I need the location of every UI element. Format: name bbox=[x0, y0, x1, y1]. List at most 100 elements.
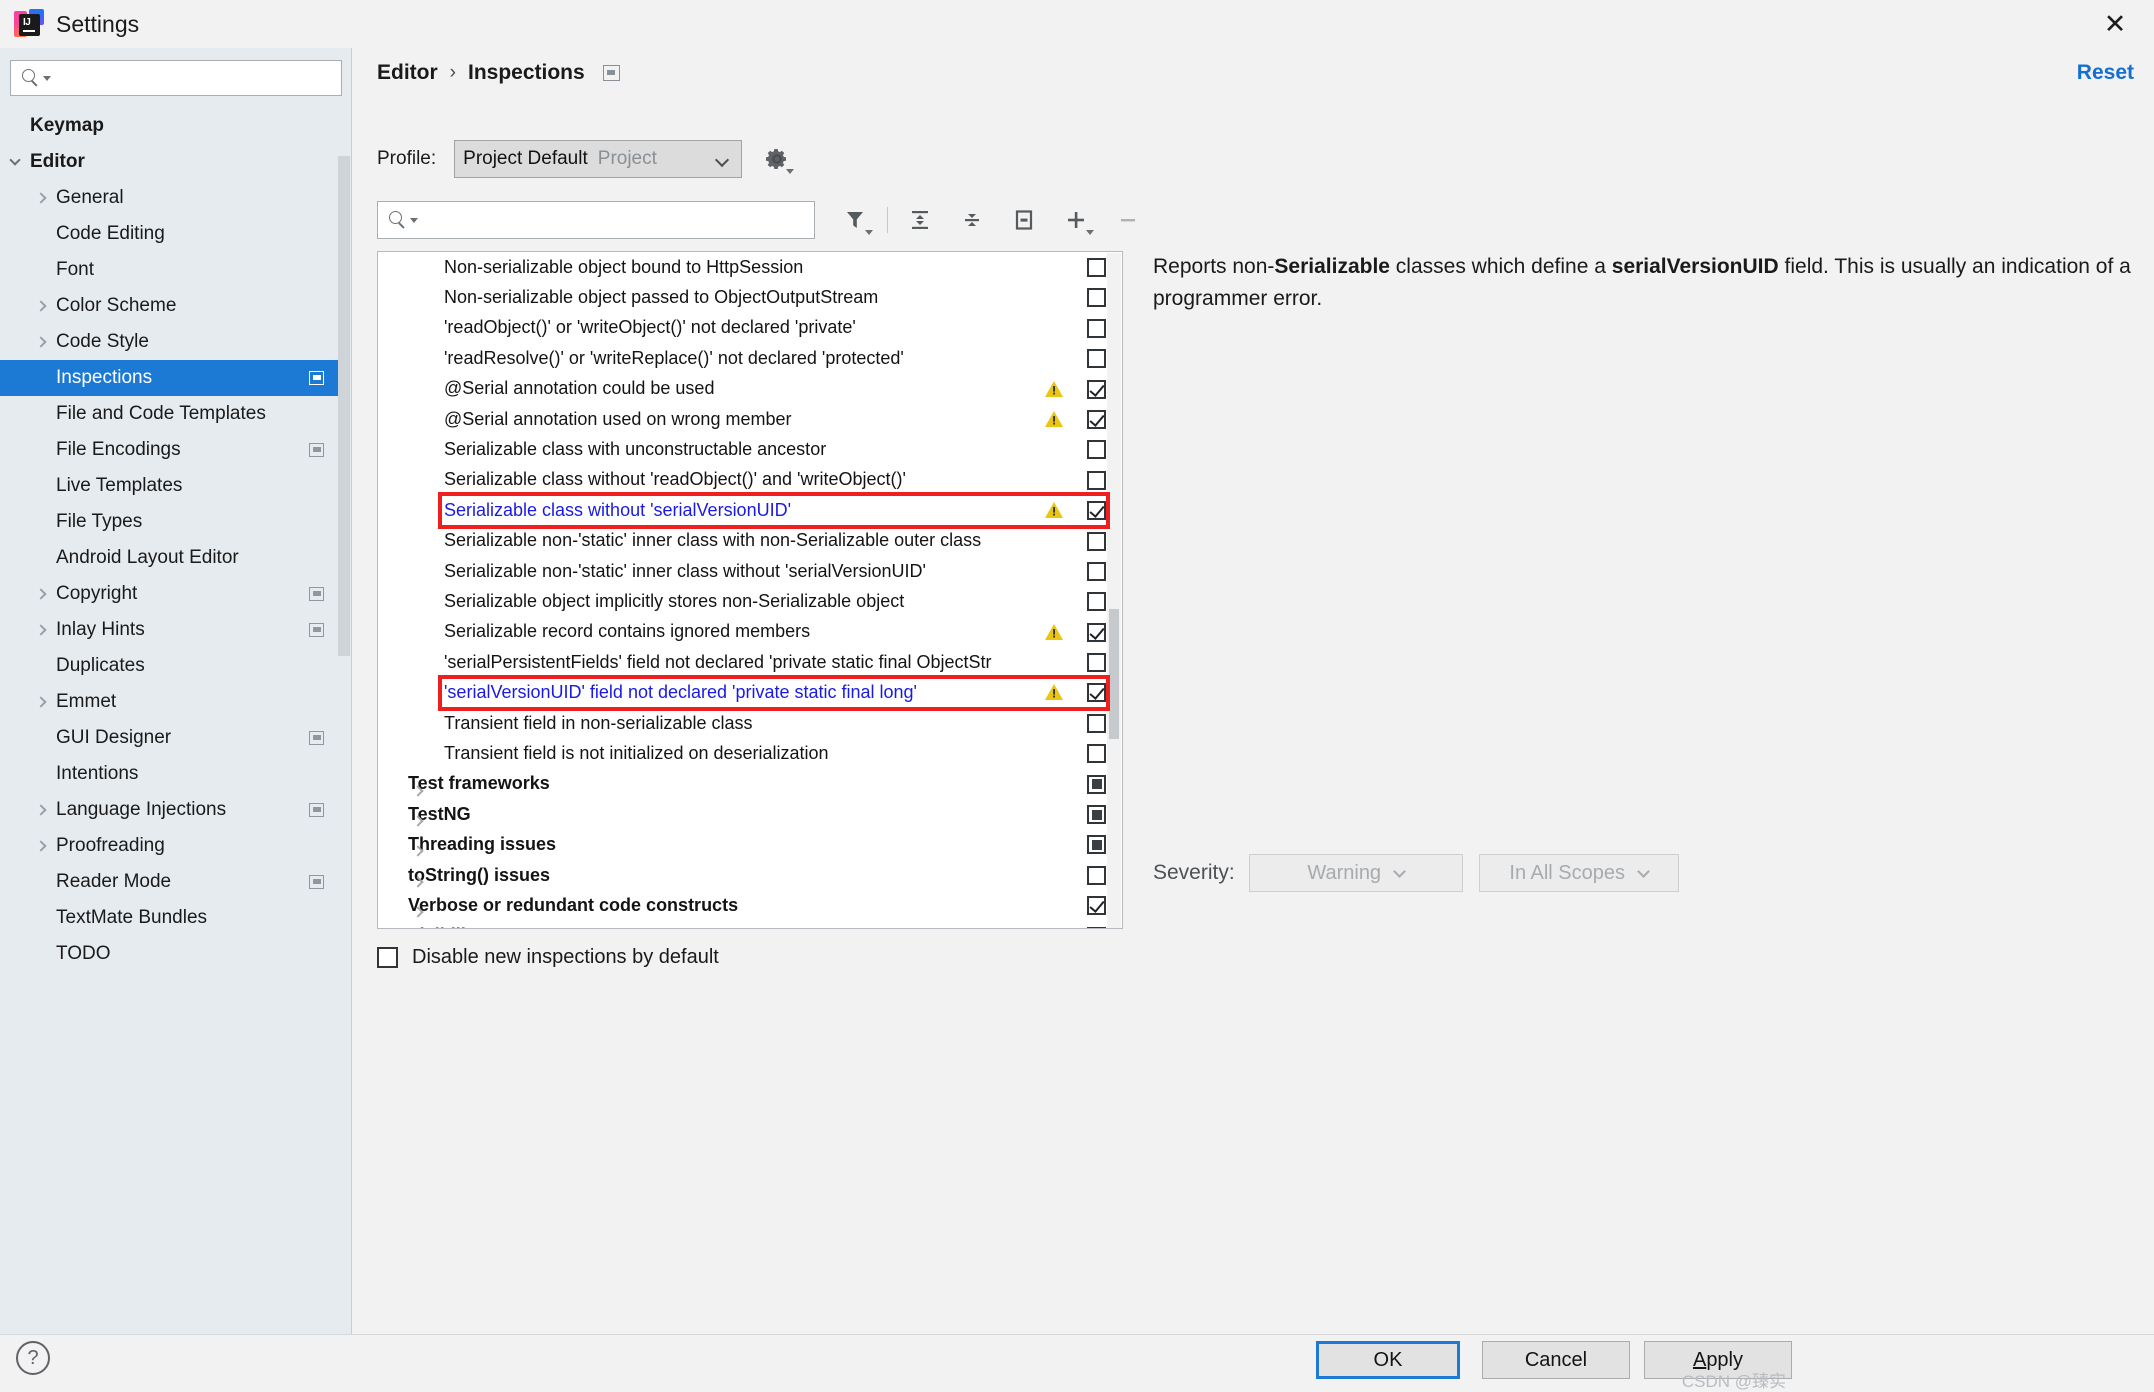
sidebar-item-live-templates[interactable]: Live Templates bbox=[0, 468, 350, 504]
inspection-row[interactable]: 'serialPersistentFields' field not decla… bbox=[378, 647, 1122, 677]
chevron-right-icon[interactable] bbox=[26, 626, 56, 634]
chevron-right-icon[interactable] bbox=[26, 590, 56, 598]
inspection-row[interactable]: 'readObject()' or 'writeObject()' not de… bbox=[378, 313, 1122, 343]
sidebar-item-emmet[interactable]: Emmet bbox=[0, 684, 350, 720]
inspection-checkbox[interactable] bbox=[1087, 866, 1106, 885]
sidebar-item-language-injections[interactable]: Language Injections bbox=[0, 792, 350, 828]
inspection-checkbox[interactable] bbox=[1087, 258, 1106, 277]
chevron-right-icon[interactable] bbox=[414, 900, 422, 921]
chevron-right-icon[interactable] bbox=[26, 806, 56, 814]
sidebar-item-code-style[interactable]: Code Style bbox=[0, 324, 350, 360]
sidebar-item-duplicates[interactable]: Duplicates bbox=[0, 648, 350, 684]
sidebar-item-copyright[interactable]: Copyright bbox=[0, 576, 350, 612]
inspection-checkbox[interactable] bbox=[1087, 805, 1106, 824]
inspection-checkbox[interactable] bbox=[1087, 288, 1106, 307]
inspection-row[interactable]: Serializable non-'static' inner class wi… bbox=[378, 526, 1122, 556]
inspection-checkbox[interactable] bbox=[1087, 653, 1106, 672]
sidebar-item-todo[interactable]: TODO bbox=[0, 936, 350, 972]
sidebar-item-textmate-bundles[interactable]: TextMate Bundles bbox=[0, 900, 350, 936]
sidebar-item-proofreading[interactable]: Proofreading bbox=[0, 828, 350, 864]
inspection-row[interactable]: Serializable class with unconstructable … bbox=[378, 434, 1122, 464]
severity-scope-select[interactable]: In All Scopes bbox=[1479, 854, 1679, 892]
scrollbar-thumb[interactable] bbox=[1109, 609, 1119, 739]
collapse-all-icon[interactable] bbox=[946, 200, 998, 240]
sidebar-item-gui-designer[interactable]: GUI Designer bbox=[0, 720, 350, 756]
inspection-checkbox[interactable] bbox=[1087, 380, 1106, 399]
chevron-right-icon[interactable] bbox=[26, 698, 56, 706]
inspection-checkbox[interactable] bbox=[1087, 683, 1106, 702]
inspection-checkbox[interactable] bbox=[1087, 562, 1106, 581]
disable-new-inspections-checkbox[interactable] bbox=[377, 947, 398, 968]
sidebar-item-keymap[interactable]: Keymap bbox=[0, 108, 350, 144]
breadcrumb-root[interactable]: Editor bbox=[377, 61, 438, 85]
inspection-checkbox[interactable] bbox=[1087, 896, 1106, 915]
copy-settings-icon[interactable] bbox=[603, 65, 620, 81]
inspection-row[interactable]: @Serial annotation used on wrong member bbox=[378, 404, 1122, 434]
inspection-row[interactable]: Transient field in non-serializable clas… bbox=[378, 708, 1122, 738]
sidebar-item-file-types[interactable]: File Types bbox=[0, 504, 350, 540]
inspection-row[interactable]: Non-serializable object passed to Object… bbox=[378, 282, 1122, 312]
inspection-checkbox[interactable] bbox=[1087, 927, 1106, 929]
inspection-checkbox[interactable] bbox=[1087, 319, 1106, 338]
inspection-list-scrollbar[interactable] bbox=[1107, 253, 1121, 929]
chevron-right-icon[interactable] bbox=[414, 839, 422, 860]
inspection-checkbox[interactable] bbox=[1087, 835, 1106, 854]
inspection-checkbox[interactable] bbox=[1087, 410, 1106, 429]
chevron-right-icon[interactable] bbox=[414, 870, 422, 891]
inspection-row[interactable]: Serializable class without 'readObject()… bbox=[378, 465, 1122, 495]
inspection-group-row[interactable]: TestNG bbox=[378, 799, 1122, 829]
inspection-checkbox[interactable] bbox=[1087, 440, 1106, 459]
reset-to-empty-icon[interactable] bbox=[998, 200, 1050, 240]
chevron-right-icon[interactable] bbox=[26, 842, 56, 850]
inspection-checkbox[interactable] bbox=[1087, 501, 1106, 520]
sidebar-item-color-scheme[interactable]: Color Scheme bbox=[0, 288, 350, 324]
inspection-group-row[interactable]: Threading issues bbox=[378, 829, 1122, 859]
sidebar-item-general[interactable]: General bbox=[0, 180, 350, 216]
inspection-row[interactable]: Serializable non-'static' inner class wi… bbox=[378, 556, 1122, 586]
inspection-group-row[interactable]: Test frameworks bbox=[378, 769, 1122, 799]
chevron-right-icon[interactable] bbox=[26, 302, 56, 310]
inspection-checkbox[interactable] bbox=[1087, 623, 1106, 642]
inspection-checkbox[interactable] bbox=[1087, 471, 1106, 490]
chevron-right-icon[interactable] bbox=[26, 338, 56, 346]
inspection-search-input[interactable] bbox=[377, 201, 815, 239]
severity-level-select[interactable]: Warning bbox=[1249, 854, 1463, 892]
sidebar-item-inspections[interactable]: Inspections bbox=[0, 360, 350, 396]
inspection-checkbox[interactable] bbox=[1087, 532, 1106, 551]
reset-link[interactable]: Reset bbox=[2077, 61, 2134, 85]
sidebar-item-code-editing[interactable]: Code Editing bbox=[0, 216, 350, 252]
sidebar-search-input[interactable] bbox=[10, 60, 342, 96]
inspection-row[interactable]: Serializable object implicitly stores no… bbox=[378, 586, 1122, 616]
inspection-checkbox[interactable] bbox=[1087, 349, 1106, 368]
help-icon[interactable]: ? bbox=[16, 1341, 50, 1375]
inspection-list[interactable]: Non-serializable object bound to HttpSes… bbox=[377, 251, 1123, 929]
inspection-checkbox[interactable] bbox=[1087, 592, 1106, 611]
sidebar-item-file-encodings[interactable]: File Encodings bbox=[0, 432, 350, 468]
chevron-right-icon[interactable] bbox=[26, 194, 56, 202]
sidebar-item-inlay-hints[interactable]: Inlay Hints bbox=[0, 612, 350, 648]
chevron-right-icon[interactable] bbox=[414, 779, 422, 800]
ok-button[interactable]: OK bbox=[1316, 1341, 1460, 1379]
gear-icon[interactable] bbox=[764, 146, 790, 172]
profile-select[interactable]: Project Default Project bbox=[454, 140, 742, 178]
chevron-down-icon[interactable] bbox=[0, 156, 30, 168]
disable-new-inspections-row[interactable]: Disable new inspections by default bbox=[377, 946, 719, 969]
inspection-row[interactable]: Non-serializable object bound to HttpSes… bbox=[378, 252, 1122, 282]
chevron-right-icon[interactable] bbox=[414, 809, 422, 830]
sidebar-scrollbar[interactable] bbox=[338, 156, 350, 656]
inspection-row[interactable]: Transient field is not initialized on de… bbox=[378, 738, 1122, 768]
sidebar-item-file-and-code-templates[interactable]: File and Code Templates bbox=[0, 396, 350, 432]
sidebar-item-reader-mode[interactable]: Reader Mode bbox=[0, 864, 350, 900]
sidebar-item-font[interactable]: Font bbox=[0, 252, 350, 288]
sidebar-item-editor[interactable]: Editor bbox=[0, 144, 350, 180]
inspection-row[interactable]: Serializable class without 'serialVersio… bbox=[378, 495, 1122, 525]
cancel-button[interactable]: Cancel bbox=[1482, 1341, 1630, 1379]
sidebar-item-android-layout-editor[interactable]: Android Layout Editor bbox=[0, 540, 350, 576]
remove-icon[interactable] bbox=[1102, 200, 1154, 240]
inspection-row[interactable]: @Serial annotation could be used bbox=[378, 374, 1122, 404]
inspection-checkbox[interactable] bbox=[1087, 775, 1106, 794]
expand-all-icon[interactable] bbox=[894, 200, 946, 240]
filter-icon[interactable] bbox=[829, 200, 881, 240]
inspection-row[interactable]: 'serialVersionUID' field not declared 'p… bbox=[378, 677, 1122, 707]
close-icon[interactable]: ✕ bbox=[2098, 8, 2132, 40]
